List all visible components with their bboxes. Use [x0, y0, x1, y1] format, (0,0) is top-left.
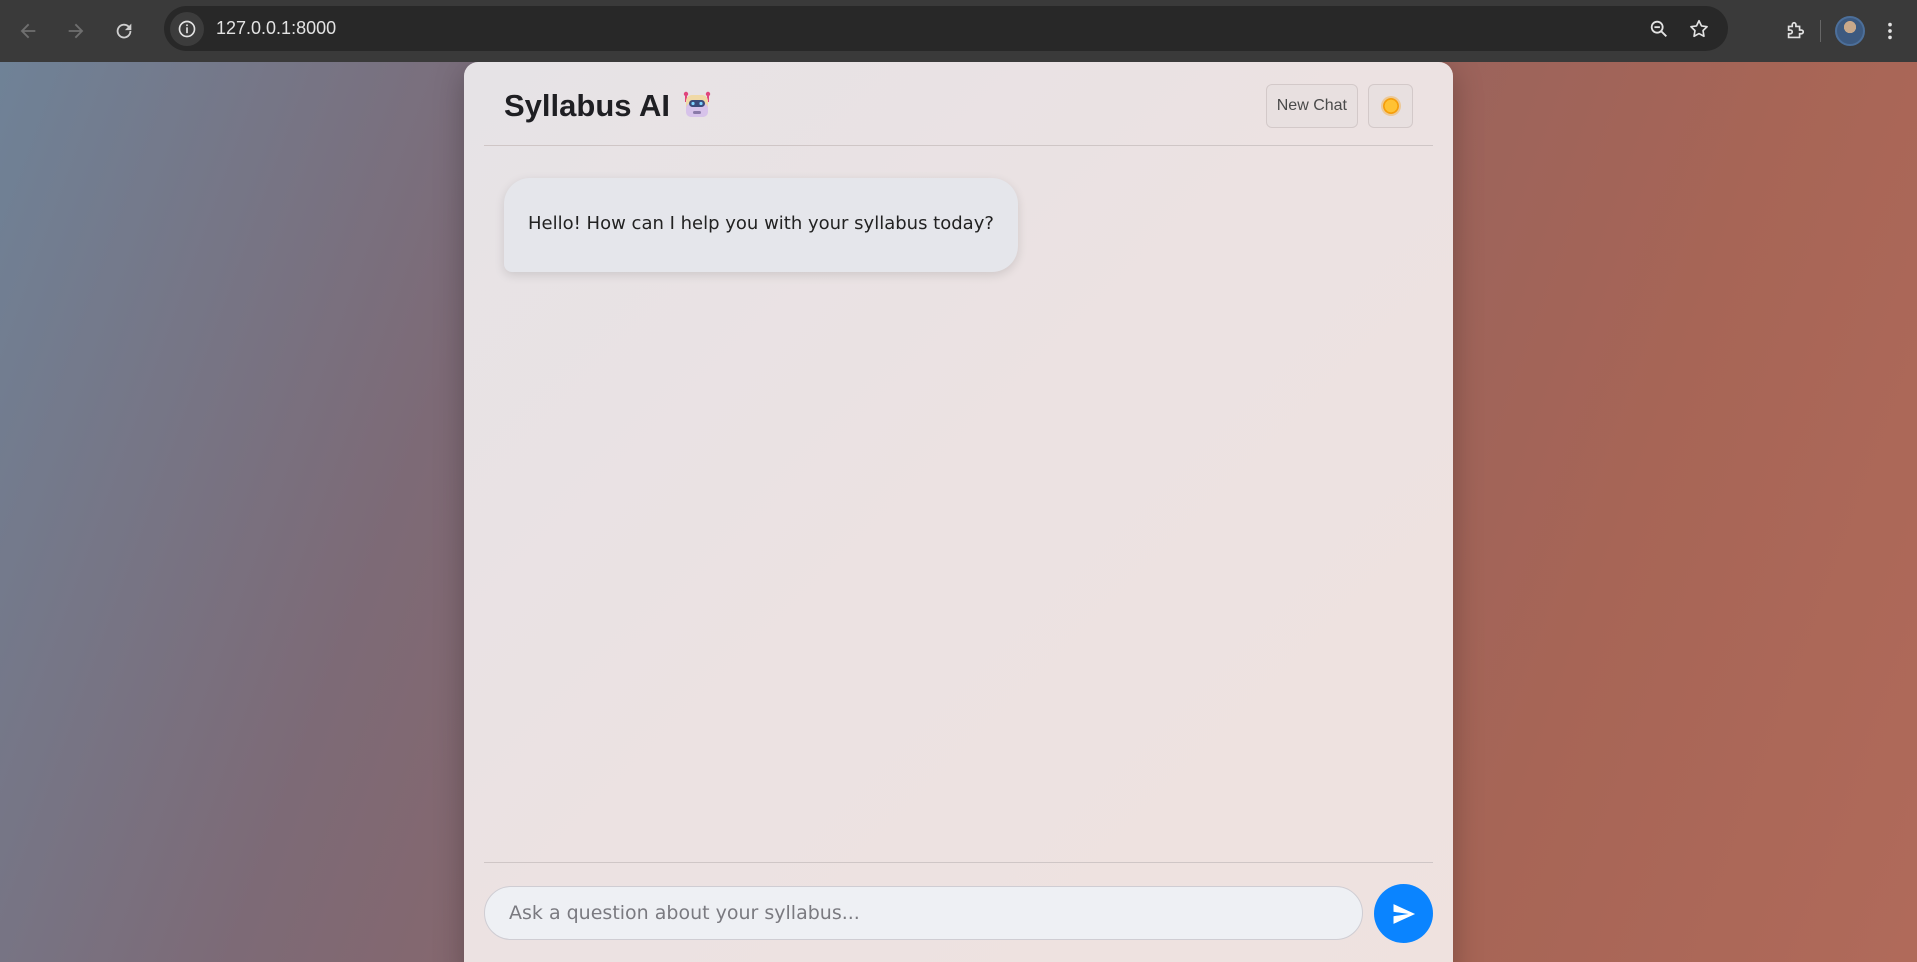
profile-avatar[interactable]	[1835, 16, 1865, 46]
robot-icon	[683, 91, 711, 117]
address-bar[interactable]: 127.0.0.1:8000	[164, 6, 1728, 51]
browser-toolbar: 127.0.0.1:8000	[0, 0, 1917, 62]
sun-icon	[1382, 98, 1399, 114]
back-button[interactable]	[8, 11, 48, 51]
send-icon	[1393, 903, 1415, 924]
send-button[interactable]	[1374, 884, 1433, 943]
reload-icon	[116, 23, 132, 39]
question-input[interactable]	[484, 886, 1363, 940]
arrow-left-icon	[20, 23, 36, 39]
kebab-menu-icon[interactable]	[1879, 20, 1901, 42]
theme-toggle-button[interactable]	[1368, 84, 1413, 128]
extensions-icon[interactable]	[1784, 20, 1806, 42]
new-chat-button[interactable]: New Chat	[1265, 84, 1358, 128]
zoom-icon[interactable]	[1648, 18, 1670, 40]
reload-button[interactable]	[104, 11, 144, 51]
chat-composer	[484, 862, 1433, 952]
forward-button[interactable]	[56, 11, 96, 51]
page-background: Syllabus AI New Chat Hello! How can I he…	[0, 62, 1917, 962]
site-info-button[interactable]	[170, 11, 204, 46]
url-text[interactable]: 127.0.0.1:8000	[216, 18, 336, 39]
arrow-right-icon	[68, 23, 84, 39]
toolbar-divider	[1820, 20, 1821, 42]
bot-message: Hello! How can I help you with your syll…	[504, 178, 1018, 272]
star-icon[interactable]	[1688, 18, 1710, 40]
chat-container: Syllabus AI New Chat Hello! How can I he…	[464, 62, 1453, 962]
app-title-text: Syllabus AI	[504, 88, 670, 123]
message-list: Hello! How can I help you with your syll…	[504, 178, 1413, 272]
info-icon	[178, 20, 196, 37]
chat-header: Syllabus AI New Chat	[484, 62, 1433, 146]
app-title: Syllabus AI	[504, 88, 714, 124]
